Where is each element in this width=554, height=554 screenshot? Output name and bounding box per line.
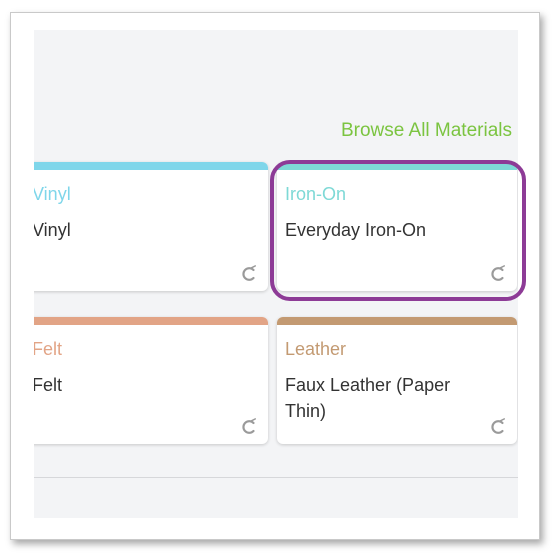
materials-panel: Browse All Materials Vinyl Vinyl Iron-On… [34,30,518,518]
card-category-label: Iron-On [285,184,347,204]
browse-all-materials-link[interactable]: Browse All Materials [341,120,512,142]
cricut-c-icon [242,418,257,434]
card-material-name: Everyday Iron-On [285,220,427,240]
card-material-name: Vinyl [34,220,71,240]
material-card-felt[interactable]: Felt Felt [34,317,268,444]
material-card-iron-on[interactable]: Iron-On Everyday Iron-On [277,162,517,291]
card-color-stripe [34,162,268,170]
cricut-c-icon [491,265,506,281]
card-category-label: Vinyl [34,184,71,204]
cricut-c-icon [491,418,506,434]
section-divider [34,477,518,478]
material-card-leather[interactable]: Leather Faux Leather (Paper Thin) [277,317,517,444]
card-material-name: Felt [34,375,63,395]
card-material-name: Faux Leather (Paper Thin) [285,375,451,421]
card-category-label: Felt [34,339,63,359]
card-color-stripe [277,317,517,325]
card-color-stripe [277,162,517,170]
cricut-c-icon [242,265,257,281]
card-color-stripe [34,317,268,325]
card-category-label: Leather [285,339,347,359]
material-card-vinyl[interactable]: Vinyl Vinyl [34,162,268,291]
